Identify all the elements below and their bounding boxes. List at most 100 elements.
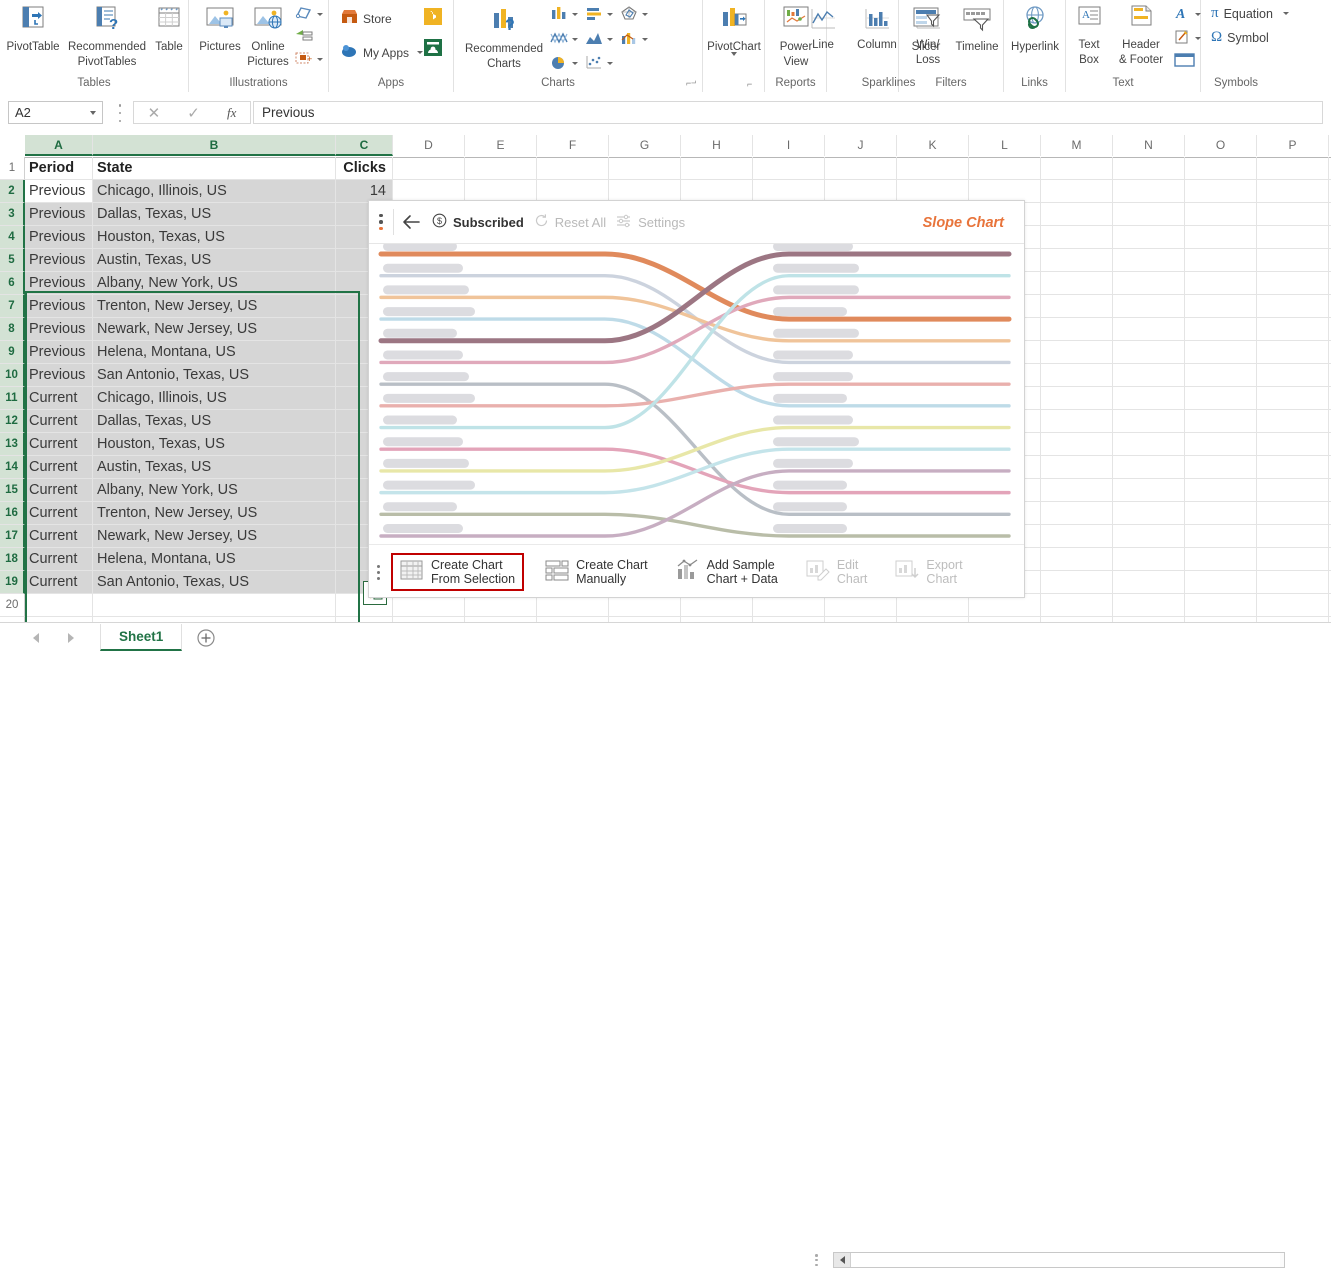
cell-N16[interactable] — [1113, 502, 1185, 525]
cell-B3[interactable]: Dallas, Texas, US — [93, 203, 336, 226]
pivot-chart-caret-icon[interactable] — [731, 52, 737, 56]
cell-P13[interactable] — [1257, 433, 1329, 456]
cell-B1[interactable]: State — [93, 157, 336, 180]
row-header-20[interactable]: 20 — [0, 594, 25, 617]
cell-M12[interactable] — [1041, 410, 1113, 433]
insert-pie-chart-button[interactable] — [550, 54, 578, 73]
cell-N19[interactable] — [1113, 571, 1185, 594]
row-header-10[interactable]: 10 — [0, 364, 25, 387]
cell-K1[interactable] — [897, 157, 969, 180]
column-header-N[interactable]: N — [1113, 135, 1185, 156]
bing-maps-button[interactable] — [423, 7, 443, 29]
cell-A10[interactable]: Previous — [25, 364, 93, 387]
cell-N7[interactable] — [1113, 295, 1185, 318]
cell-B4[interactable]: Houston, Texas, US — [93, 226, 336, 249]
row-header-15[interactable]: 15 — [0, 479, 25, 502]
table-button[interactable]: Table — [150, 4, 188, 54]
cell-A18[interactable]: Current — [25, 548, 93, 571]
cell-A1[interactable]: Period — [25, 157, 93, 180]
cell-N17[interactable] — [1113, 525, 1185, 548]
cell-O20[interactable] — [1185, 594, 1257, 617]
row-header-2[interactable]: 2 — [0, 180, 25, 203]
reset-all-button[interactable]: Reset All — [534, 201, 606, 243]
cell-M20[interactable] — [1041, 594, 1113, 617]
cell-B10[interactable]: San Antonio, Texas, US — [93, 364, 336, 387]
row-header-13[interactable]: 13 — [0, 433, 25, 456]
cell-M8[interactable] — [1041, 318, 1113, 341]
column-header-M[interactable]: M — [1041, 135, 1113, 156]
insert-object-button[interactable] — [1174, 52, 1196, 71]
cell-O2[interactable] — [1185, 180, 1257, 203]
row-header-14[interactable]: 14 — [0, 456, 25, 479]
row-header-19[interactable]: 19 — [0, 571, 25, 594]
cell-M9[interactable] — [1041, 341, 1113, 364]
cell-M5[interactable] — [1041, 249, 1113, 272]
cell-N5[interactable] — [1113, 249, 1185, 272]
cell-A11[interactable]: Current — [25, 387, 93, 410]
footer-kebab-icon[interactable] — [369, 545, 387, 599]
insert-scatter-chart-button[interactable] — [585, 54, 613, 73]
charts-dialog-launcher[interactable]: ⌐⌐ — [686, 78, 697, 88]
cell-A14[interactable]: Current — [25, 456, 93, 479]
cell-A15[interactable]: Current — [25, 479, 93, 502]
screenshot-caret-icon[interactable] — [317, 58, 323, 61]
cell-B17[interactable]: Newark, New Jersey, US — [93, 525, 336, 548]
insert-area-chart-button[interactable] — [585, 30, 613, 49]
cell-M2[interactable] — [1041, 180, 1113, 203]
column-header-C[interactable]: C — [336, 135, 393, 156]
column-header-O[interactable]: O — [1185, 135, 1257, 156]
cell-N14[interactable] — [1113, 456, 1185, 479]
people-graph-button[interactable] — [423, 38, 443, 60]
insert-waterfall-chart-button[interactable] — [550, 30, 578, 49]
cell-O15[interactable] — [1185, 479, 1257, 502]
cell-N9[interactable] — [1113, 341, 1185, 364]
equation-caret-icon[interactable] — [1282, 12, 1289, 15]
recommended-pivot-tables-button[interactable]: ? Recommended PivotTables — [64, 4, 150, 68]
cell-M14[interactable] — [1041, 456, 1113, 479]
pivotchart-dialog-launcher[interactable]: ⌐ — [747, 79, 752, 89]
cell-A13[interactable]: Current — [25, 433, 93, 456]
shapes-button[interactable] — [295, 5, 323, 24]
cell-P18[interactable] — [1257, 548, 1329, 571]
cell-P15[interactable] — [1257, 479, 1329, 502]
slicer-button[interactable]: Slicer — [902, 4, 950, 54]
insert-radar-chart-button[interactable] — [620, 5, 648, 24]
cell-O11[interactable] — [1185, 387, 1257, 410]
shapes-caret-icon[interactable] — [317, 13, 323, 16]
cell-P11[interactable] — [1257, 387, 1329, 410]
column-header-D[interactable]: D — [393, 135, 465, 156]
cell-O10[interactable] — [1185, 364, 1257, 387]
cell-B5[interactable]: Austin, Texas, US — [93, 249, 336, 272]
sparkline-column-button[interactable]: Column — [849, 6, 905, 52]
cell-N12[interactable] — [1113, 410, 1185, 433]
cell-O16[interactable] — [1185, 502, 1257, 525]
row-header-9[interactable]: 9 — [0, 341, 25, 364]
store-button[interactable]: Store — [341, 9, 392, 28]
row-header-5[interactable]: 5 — [0, 249, 25, 272]
timeline-button[interactable]: Timeline — [951, 4, 1003, 54]
cell-N18[interactable] — [1113, 548, 1185, 571]
cell-N1[interactable] — [1113, 157, 1185, 180]
column-header-J[interactable]: J — [825, 135, 897, 156]
cell-A7[interactable]: Previous — [25, 295, 93, 318]
cell-L1[interactable] — [969, 157, 1041, 180]
cell-O13[interactable] — [1185, 433, 1257, 456]
sparkline-line-button[interactable]: Line — [797, 6, 849, 52]
cell-O8[interactable] — [1185, 318, 1257, 341]
cell-P3[interactable] — [1257, 203, 1329, 226]
text-box-button[interactable]: A Text Box — [1068, 4, 1110, 66]
row-header-11[interactable]: 11 — [0, 387, 25, 410]
cell-N2[interactable] — [1113, 180, 1185, 203]
column-header-L[interactable]: L — [969, 135, 1041, 156]
recommended-charts-button[interactable]: ? Recommended Charts — [460, 6, 548, 70]
waterfall-caret-icon[interactable] — [572, 38, 578, 41]
cell-O5[interactable] — [1185, 249, 1257, 272]
signature-line-button[interactable] — [1174, 29, 1201, 48]
cell-B9[interactable]: Helena, Montana, US — [93, 341, 336, 364]
cell-P17[interactable] — [1257, 525, 1329, 548]
scatter-chart-caret-icon[interactable] — [607, 62, 613, 65]
column-header-H[interactable]: H — [681, 135, 753, 156]
column-header-F[interactable]: F — [537, 135, 609, 156]
cell-B16[interactable]: Trenton, New Jersey, US — [93, 502, 336, 525]
cell-P8[interactable] — [1257, 318, 1329, 341]
